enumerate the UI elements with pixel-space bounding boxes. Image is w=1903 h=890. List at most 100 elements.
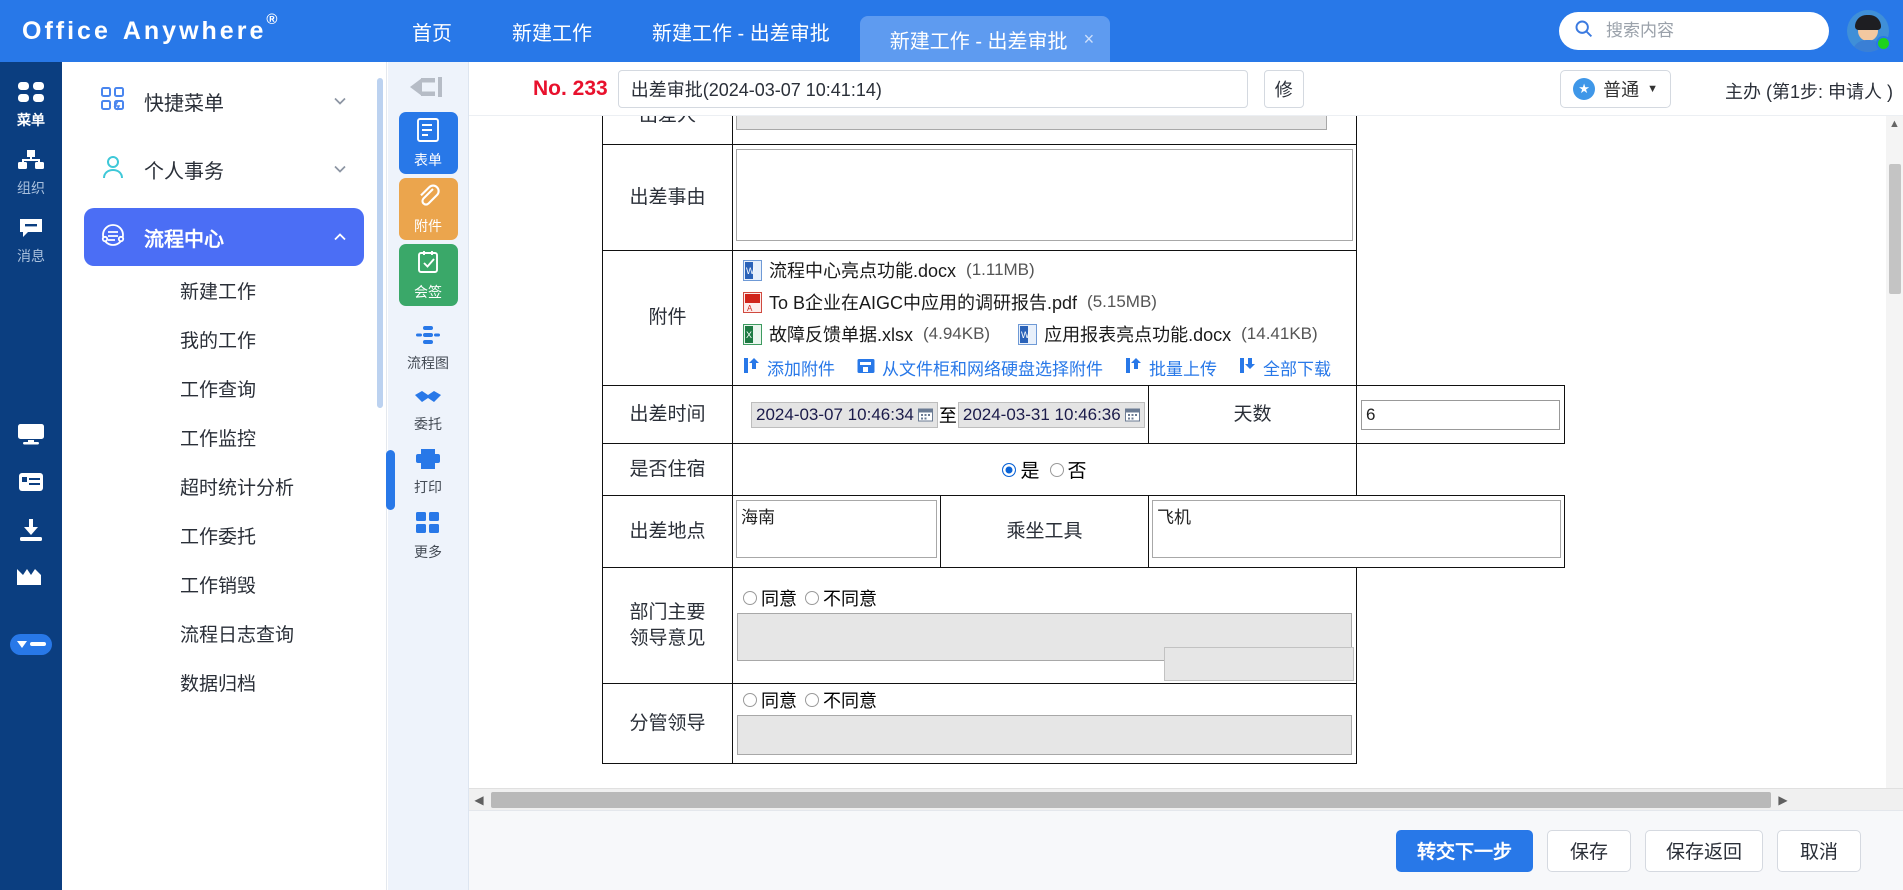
work-title-input[interactable] [617, 69, 1248, 108]
lodging-option-yes[interactable]: 是 [1002, 456, 1040, 483]
radio-button[interactable] [743, 693, 757, 707]
sidebar-item-personal-affairs[interactable]: 个人事务 [84, 140, 364, 198]
dept-opinion-agree[interactable]: 同意 [743, 585, 797, 611]
list-item[interactable]: X 故障反馈单据.xlsx (4.94KB) W 应用报表亮点功能.docx (… [737, 318, 1352, 350]
panel-drag-handle[interactable] [386, 450, 395, 510]
monitor-icon[interactable] [16, 422, 46, 451]
form-horizontal-scrollbar[interactable]: ◀ ▶ [469, 788, 1903, 810]
more-grid-icon [415, 511, 441, 540]
reason-input[interactable] [736, 149, 1353, 241]
radio-button[interactable] [805, 693, 819, 707]
file-name[interactable]: 流程中心亮点功能.docx [769, 257, 956, 283]
save-and-return-button[interactable]: 保存返回 [1644, 829, 1763, 872]
branch-opinion-input[interactable] [737, 715, 1352, 755]
toolstrip-print[interactable]: 打印 [393, 434, 463, 497]
sidebar-item-my-work[interactable]: 我的工作 [62, 315, 386, 364]
file-name[interactable]: 故障反馈单据.xlsx [769, 321, 913, 347]
global-search[interactable] [1559, 12, 1829, 50]
sidebar-item-process-center[interactable]: 流程中心 [84, 208, 364, 266]
save-button[interactable]: 保存 [1546, 829, 1631, 872]
close-icon[interactable]: × [1084, 29, 1095, 50]
toolstrip-form-card[interactable]: 表单 [398, 112, 458, 174]
dept-opinion-disagree[interactable]: 不同意 [805, 585, 877, 611]
chevron-down-icon[interactable] [332, 93, 348, 109]
radio-button[interactable] [1049, 462, 1064, 477]
toolstrip-more[interactable]: 更多 [393, 497, 463, 562]
download-icon[interactable] [17, 518, 45, 547]
toolstrip-delegate[interactable]: 委托 [393, 373, 463, 434]
form-vertical-scrollbar[interactable]: ▲ ▼ [1886, 116, 1903, 810]
branch-opinion-disagree[interactable]: 不同意 [805, 687, 877, 713]
form-footer-toolbar: 转交下一步 保存 保存返回 取消 [469, 810, 1903, 890]
priority-selector[interactable]: ★ 普通 ▼ [1560, 70, 1671, 108]
sidebar-item-process-log-query[interactable]: 流程日志查询 [62, 609, 386, 658]
trip-start-datetime[interactable]: 2024-03-07 10:46:34 [751, 401, 938, 428]
sidebar-item-work-destroy[interactable]: 工作销毁 [62, 560, 386, 609]
toolstrip-flowchart[interactable]: 流程图 [393, 310, 463, 373]
tab-new-work-travel-1[interactable]: 新建工作 - 出差审批 [622, 0, 860, 62]
upload-icon [743, 357, 760, 379]
branch-opinion-agree[interactable]: 同意 [743, 687, 797, 713]
collapse-left-icon[interactable] [388, 62, 469, 112]
tab-home[interactable]: 首页 [382, 0, 482, 62]
priority-label: 普通 [1603, 80, 1640, 100]
sidebar-item-timeout-stats[interactable]: 超时统计分析 [62, 462, 386, 511]
file-name[interactable]: To B企业在AIGC中应用的调研报告.pdf [769, 289, 1077, 315]
tab-new-work-travel-active[interactable]: 新建工作 - 出差审批 × [859, 16, 1111, 62]
crown-icon[interactable] [16, 567, 46, 592]
tab-new-work[interactable]: 新建工作 [482, 0, 622, 62]
upload-icon [1125, 357, 1142, 379]
calendar-icon[interactable] [917, 407, 933, 422]
sidebar-item-work-delegate[interactable]: 工作委托 [62, 511, 386, 560]
sidebar-item-work-monitor[interactable]: 工作监控 [62, 413, 386, 462]
trip-end-value: 2024-03-31 10:46:36 [962, 404, 1121, 424]
trip-end-datetime[interactable]: 2024-03-31 10:46:36 [957, 401, 1145, 428]
days-input[interactable] [1361, 399, 1560, 430]
scrollbar-thumb[interactable] [491, 791, 1771, 808]
sidebar-item-messages[interactable]: 消息 [0, 198, 62, 266]
scroll-right-icon[interactable]: ▶ [1773, 793, 1793, 807]
toolstrip-countersign-card[interactable]: 会签 [398, 244, 458, 306]
scroll-up-icon[interactable]: ▲ [1889, 118, 1900, 130]
sidebar-item-menu[interactable]: 菜单 [0, 62, 62, 130]
download-all-button[interactable]: 全部下载 [1239, 355, 1331, 380]
place-input[interactable] [736, 500, 937, 558]
choose-from-cabinet-button[interactable]: 从文件柜和网络硬盘选择附件 [857, 355, 1103, 380]
sidebar-item-data-archive[interactable]: 数据归档 [62, 658, 386, 707]
sidebar-item-quick-menu[interactable]: 快捷菜单 [84, 72, 364, 130]
radio-button[interactable] [743, 591, 757, 605]
batch-upload-button[interactable]: 批量上传 [1125, 355, 1217, 380]
list-item[interactable]: W 流程中心亮点功能.docx (1.11MB) [737, 254, 1352, 286]
radio-label: 不同意 [823, 691, 877, 711]
chevron-down-icon[interactable] [332, 161, 348, 177]
radio-button[interactable] [805, 591, 819, 605]
sidebar-item-work-query[interactable]: 工作查询 [62, 364, 386, 413]
traveler-input[interactable] [736, 116, 1327, 130]
quick-menu-icon [100, 86, 126, 117]
sidebar-item-label: 我的工作 [180, 331, 257, 352]
place-label: 出差地点 [602, 495, 733, 568]
scroll-left-icon[interactable]: ◀ [469, 793, 489, 807]
forward-next-step-button[interactable]: 转交下一步 [1395, 829, 1533, 872]
file-name[interactable]: 应用报表亮点功能.docx [1044, 321, 1231, 347]
toolstrip-attachment-card[interactable]: 附件 [398, 178, 458, 240]
collapse-pill-icon[interactable] [10, 634, 52, 655]
add-attachment-button[interactable]: 添加附件 [743, 355, 835, 380]
sidebar-scrollbar[interactable] [377, 78, 383, 408]
lodging-option-no[interactable]: 否 [1049, 456, 1087, 483]
days-label: 天数 [1148, 385, 1357, 444]
dept-opinion-signature-box[interactable] [1164, 647, 1354, 681]
sidebar-item-org[interactable]: 组织 [0, 130, 62, 198]
radio-button[interactable] [1002, 462, 1017, 477]
transport-input[interactable] [1152, 500, 1561, 558]
cancel-button[interactable]: 取消 [1777, 829, 1861, 872]
calendar-icon[interactable] [1124, 407, 1140, 422]
scrollbar-thumb[interactable] [1889, 164, 1901, 294]
list-item[interactable]: A To B企业在AIGC中应用的调研报告.pdf (5.15MB) [737, 286, 1352, 318]
lodging-radio-group: 是 否 [733, 456, 1356, 483]
search-input[interactable] [1604, 20, 1794, 42]
modify-button[interactable]: 修 [1263, 69, 1304, 108]
chevron-up-icon[interactable] [332, 229, 348, 245]
sidebar-item-new-work[interactable]: 新建工作 [62, 266, 386, 315]
card-icon[interactable] [17, 471, 45, 498]
